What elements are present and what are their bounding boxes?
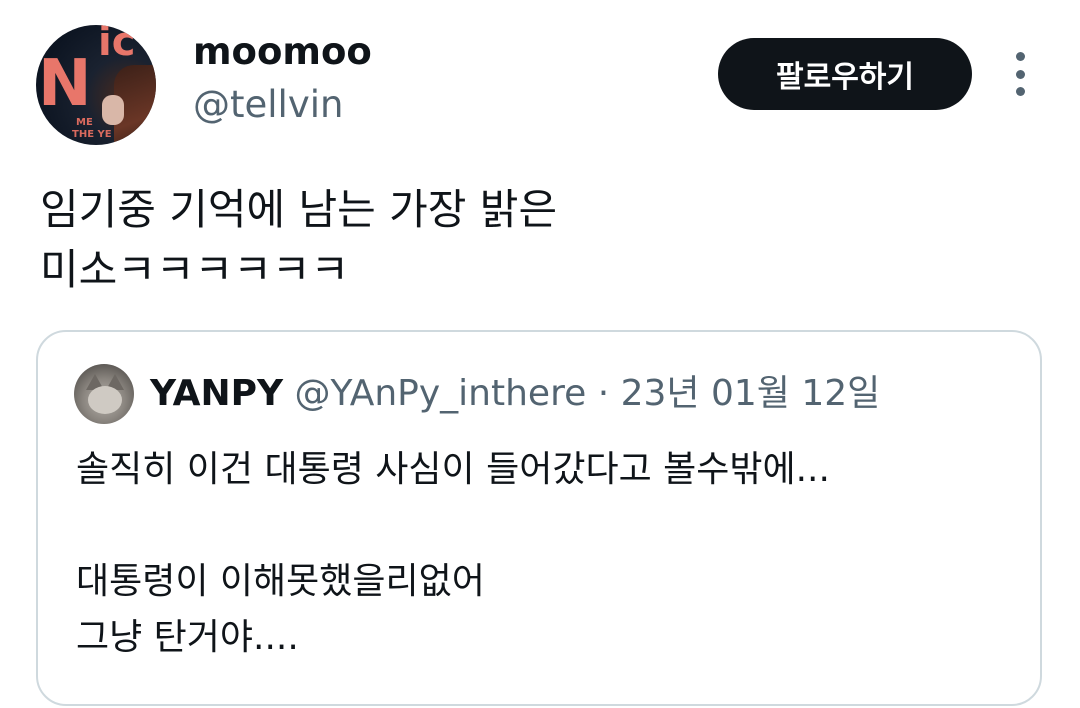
avatar-neon-lettering: N — [38, 47, 92, 121]
quoted-tweet-line: 솔직히 이건 대통령 사심이 들어갔다고 볼수밖에... — [76, 449, 830, 490]
quoted-tweet-line — [76, 498, 830, 554]
follow-button[interactable]: 팔로우하기 — [718, 38, 972, 110]
quoted-tweet-line: 대통령이 이해못했을리없어 — [76, 561, 485, 602]
more-dot — [1015, 69, 1025, 79]
header-separator: · — [597, 373, 610, 414]
tweet-line: 임기중 기억에 남는 가장 밝은 — [40, 185, 558, 234]
quoted-tweet-header: YANPY @YAnPy_inthere · 23년 01월 12일 — [150, 370, 880, 418]
quoted-tweet-date: 23년 01월 12일 — [620, 373, 881, 414]
quoted-tweet-body: 솔직히 이건 대통령 사심이 들어갔다고 볼수밖에... 대통령이 이해못했을리… — [76, 442, 830, 666]
tweet-text: 임기중 기억에 남는 가장 밝은 미소ㅋㅋㅋㅋㅋㅋ — [40, 180, 1040, 300]
avatar-caption: ME — [76, 117, 93, 128]
quoted-author-avatar — [74, 364, 134, 424]
avatar-hand — [102, 95, 124, 125]
avatar-neon-lettering: ic — [98, 25, 136, 65]
more-dot — [1015, 52, 1025, 61]
quoted-tweet-card[interactable]: YANPY @YAnPy_inthere · 23년 01월 12일 솔직히 이… — [36, 330, 1042, 706]
more-dot — [1015, 87, 1025, 96]
quoted-author-handle: @YAnPy_inthere — [294, 373, 587, 414]
avatar-cat-face — [88, 386, 122, 414]
more-vertical-icon[interactable] — [1010, 52, 1030, 96]
quoted-author-name: YANPY — [150, 373, 284, 414]
author-avatar[interactable]: N ic ME THE YE — [36, 25, 156, 145]
tweet-line: 미소ㅋㅋㅋㅋㅋㅋ — [40, 245, 350, 294]
author-name[interactable]: moomoo — [193, 30, 372, 73]
author-handle[interactable]: @tellvin — [193, 83, 343, 126]
quoted-tweet-line: 그냥 탄거야.... — [76, 617, 299, 658]
avatar-caption: THE YE — [72, 129, 112, 140]
